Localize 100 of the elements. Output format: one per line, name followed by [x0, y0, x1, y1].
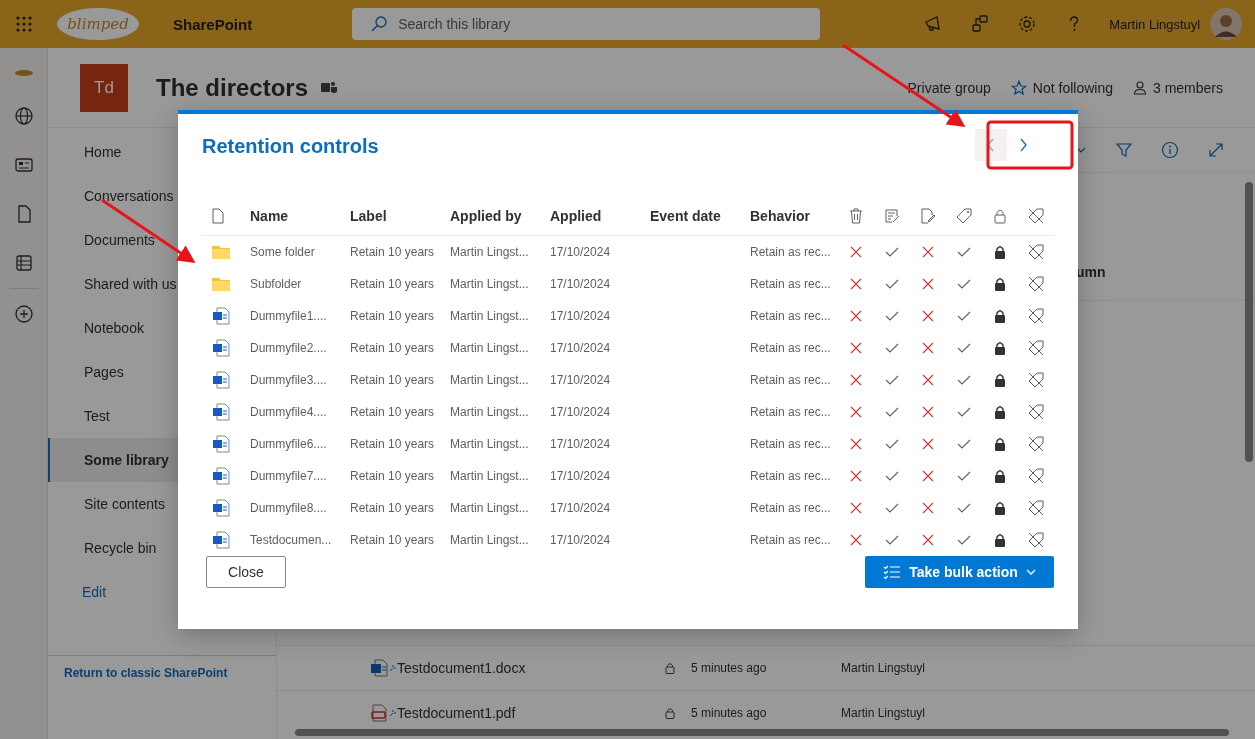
word-file-icon: [212, 530, 230, 549]
classic-link[interactable]: Return to classic SharePoint: [64, 666, 228, 680]
table-cell-text: Retain as rec...: [750, 468, 832, 483]
dialog-title: Retention controls: [202, 135, 379, 158]
table-cell-text: Retain as rec...: [750, 500, 832, 515]
bulk-action-button[interactable]: Take bulk action: [865, 555, 1054, 588]
table-cell-text: Retain as rec...: [750, 340, 832, 355]
table-cell-text: 17/10/2024: [550, 372, 612, 387]
column-header[interactable]: Label: [350, 208, 450, 224]
news-icon[interactable]: [13, 155, 34, 175]
file-name[interactable]: Some folder: [250, 244, 350, 259]
file-name[interactable]: Testdocument1.pdf: [397, 705, 657, 721]
table-cell-text: 17/10/2024: [550, 276, 612, 291]
word-file-icon: [212, 498, 230, 517]
column-header[interactable]: Event date: [650, 208, 750, 224]
app-launcher-icon[interactable]: [16, 16, 32, 32]
edit-document-icon: [920, 208, 936, 224]
info-icon[interactable]: [1161, 141, 1179, 159]
network-icon[interactable]: [970, 14, 991, 34]
folder-icon: [212, 276, 230, 291]
word-file-icon: [212, 306, 230, 325]
app-name[interactable]: SharePoint: [173, 15, 253, 33]
user-name[interactable]: Martin Lingstuyl: [1109, 16, 1201, 32]
column-header[interactable]: Applied by: [450, 208, 550, 224]
word-file-icon: [212, 338, 230, 357]
tag-off-icon: [1028, 371, 1044, 388]
tag-off-icon: [1028, 208, 1044, 224]
new-item-icon: [389, 664, 397, 672]
search-icon: [370, 15, 389, 33]
site-title[interactable]: The directors: [156, 73, 309, 102]
avatar-icon[interactable]: [1210, 8, 1243, 40]
table-cell-text: Martin Lingst...: [450, 372, 530, 387]
globe-icon[interactable]: [13, 106, 34, 126]
table-cell-text: Martin Lingst...: [450, 468, 530, 483]
table-cell-text: Retain 10 years: [350, 276, 436, 291]
search-field[interactable]: Search this library: [352, 8, 821, 40]
file-type-icon: [212, 208, 224, 224]
table-cell-text: 17/10/2024: [550, 532, 612, 547]
column-header[interactable]: Name: [250, 208, 350, 224]
filter-icon[interactable]: [1115, 141, 1133, 159]
tag-icon: [956, 208, 972, 224]
tag-off-icon: [1028, 339, 1044, 356]
star-icon: [1010, 79, 1027, 96]
follow-button[interactable]: Not following: [1010, 79, 1113, 96]
chevron-down-icon: [1025, 567, 1036, 576]
privacy-label: Private group: [907, 79, 991, 96]
list-icon[interactable]: [13, 253, 34, 273]
table-cell-text: 17/10/2024: [550, 500, 612, 515]
tag-off-icon: [1028, 531, 1044, 548]
expand-icon[interactable]: [1207, 141, 1225, 159]
word-file-icon: [212, 370, 230, 389]
table-cell-text: Retain as rec...: [750, 244, 832, 259]
tag-off-icon: [1028, 275, 1044, 292]
table-cell-text: Retain as rec...: [750, 532, 832, 547]
file-name[interactable]: Testdocumen...: [250, 532, 350, 547]
trash-icon: [849, 208, 863, 224]
file-name[interactable]: Subfolder: [250, 276, 350, 291]
settings-icon[interactable]: [1017, 14, 1038, 34]
new-item-icon: [389, 709, 397, 717]
tag-off-icon: [1028, 499, 1044, 516]
lock-icon: [665, 707, 675, 719]
members-button[interactable]: 3 members: [1132, 79, 1223, 96]
person-icon: [1132, 80, 1147, 95]
word-file-icon: [369, 658, 389, 678]
table-cell-text: Martin Lingst...: [450, 532, 530, 547]
table-cell-text: Retain 10 years: [350, 340, 436, 355]
file-name[interactable]: Dummyfile1....: [250, 308, 350, 323]
table-cell-text: 17/10/2024: [550, 436, 612, 451]
close-button[interactable]: Close: [206, 555, 286, 588]
table-cell-text: Retain 10 years: [350, 500, 436, 515]
blimp-icon[interactable]: [13, 69, 34, 77]
site-logo[interactable]: Td: [80, 63, 128, 112]
file-name[interactable]: Dummyfile3....: [250, 372, 350, 387]
table-cell-text: Retain 10 years: [350, 404, 436, 419]
table-cell-text: 17/10/2024: [550, 468, 612, 483]
teams-icon[interactable]: [320, 79, 339, 96]
file-name[interactable]: Testdocument1.docx: [397, 660, 657, 676]
table-cell-text: Martin Lingst...: [450, 276, 530, 291]
table-cell-text: 17/10/2024: [550, 404, 612, 419]
file-name[interactable]: Dummyfile2....: [250, 340, 350, 355]
table-cell-text: 17/10/2024: [550, 308, 612, 323]
modified-time: 5 minutes ago: [691, 706, 768, 720]
table-cell-text: Retain 10 years: [350, 244, 436, 259]
table-cell-text: Martin Lingst...: [450, 500, 530, 515]
table-cell-text: Retain as rec...: [750, 436, 832, 451]
table-cell-text: 17/10/2024: [550, 244, 612, 259]
tag-off-icon: [1028, 403, 1044, 420]
column-header[interactable]: Applied: [550, 208, 650, 224]
edit-list-icon: [884, 208, 900, 224]
table-cell-text: Retain as rec...: [750, 276, 832, 291]
word-file-icon: [212, 434, 230, 453]
column-header[interactable]: Behavior: [750, 208, 838, 224]
add-icon[interactable]: [13, 304, 34, 324]
modified-time: 5 minutes ago: [691, 661, 768, 675]
file-name[interactable]: Dummyfile8....: [250, 500, 350, 515]
table-cell-text: Retain as rec...: [750, 372, 832, 387]
file-name[interactable]: Dummyfile4....: [250, 404, 350, 419]
table-cell-text: Retain 10 years: [350, 468, 436, 483]
word-file-icon: [212, 466, 230, 485]
table-cell-text: Martin Lingst...: [450, 404, 530, 419]
